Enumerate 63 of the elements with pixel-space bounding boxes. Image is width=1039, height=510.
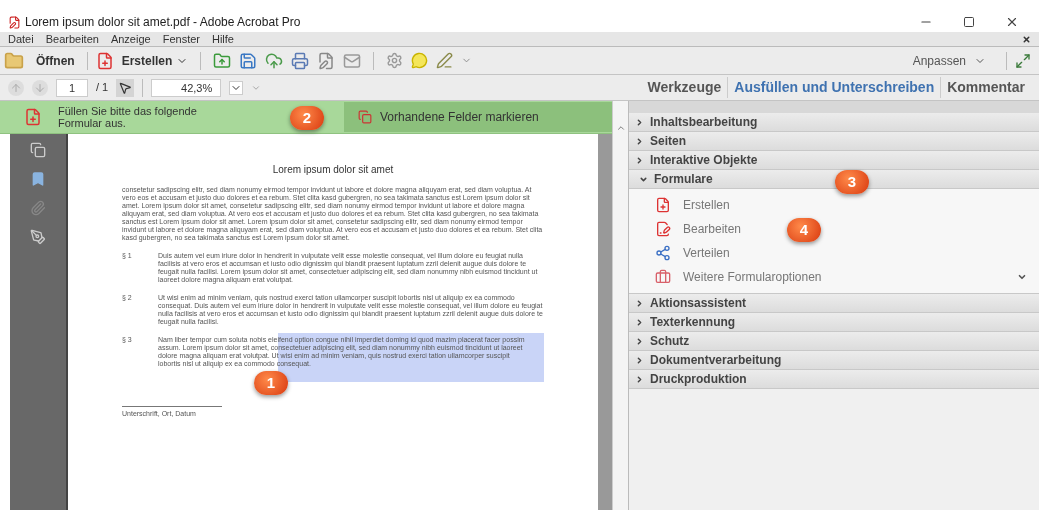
callout-marker: 2 — [290, 106, 324, 130]
maximize-button[interactable] — [963, 16, 975, 28]
bookmark-icon[interactable] — [30, 171, 46, 187]
folder-upload-icon[interactable] — [213, 51, 232, 70]
panel-tab[interactable]: Kommentar — [940, 77, 1031, 98]
zoom-field[interactable]: 42,3% — [151, 78, 222, 97]
document-title: Lorem ipsum dolor sit amet — [271, 166, 395, 174]
create-pdf-icon[interactable] — [95, 51, 114, 70]
form-distribute-icon — [655, 245, 671, 261]
panel-item[interactable]: Erstellen — [629, 193, 742, 217]
paperclip-icon[interactable] — [30, 200, 46, 216]
fields-icon — [358, 110, 372, 124]
panel-item[interactable]: Weitere Formularoptionen — [629, 265, 1039, 289]
create-button[interactable]: Erstellen — [121, 51, 189, 70]
page-total: / 1 — [96, 80, 109, 96]
edit-document-icon[interactable] — [317, 51, 336, 70]
panel-section-header[interactable]: Inhaltsbearbeitung — [629, 113, 1039, 132]
menu-item[interactable]: Bearbeiten — [45, 30, 99, 48]
panel-section-header[interactable]: Interaktive Objekte — [629, 151, 1039, 170]
comment-icon[interactable] — [411, 52, 429, 69]
open-button[interactable]: Öffnen — [32, 51, 79, 70]
panel-section-header[interactable]: Schutz — [629, 332, 1039, 351]
cloud-upload-icon[interactable] — [265, 51, 284, 70]
app-icon — [8, 15, 21, 29]
window-title: Lorem ipsum dolor sit amet.pdf - Adobe Acrobat Pro — [25, 14, 301, 31]
form-icon — [24, 108, 42, 126]
panel-tab[interactable]: Ausfüllen und Unterschreiben — [727, 77, 941, 98]
caret-icon — [1017, 272, 1027, 282]
customize-button[interactable]: Anpassen — [912, 51, 986, 70]
menu-item[interactable]: Hilfe — [211, 30, 234, 48]
panel-section-header[interactable]: Druckproduktion — [629, 370, 1039, 389]
briefcase-icon — [655, 269, 671, 285]
scroll-up-icon[interactable] — [615, 123, 626, 133]
panel-section-header[interactable]: Seiten — [629, 132, 1039, 151]
next-page-button[interactable] — [32, 79, 48, 96]
menu-item[interactable]: Anzeige — [110, 30, 151, 48]
menu-item[interactable]: Fenster — [162, 30, 200, 48]
close-button[interactable] — [1005, 15, 1019, 29]
page-number-field[interactable]: 1 — [56, 78, 88, 97]
panel-section-header[interactable]: Aktionsassistent — [629, 294, 1039, 313]
folder-icon[interactable] — [4, 50, 24, 71]
banner-message: Füllen Sie bitte das folgende Formular aus. — [58, 105, 198, 129]
save-icon[interactable] — [239, 51, 258, 70]
panel-section-header[interactable]: Texterkennung — [629, 313, 1039, 332]
form-create-icon — [655, 197, 671, 213]
panel-tab[interactable]: Werkzeuge — [641, 77, 728, 98]
panel-item[interactable]: Verteilen — [629, 241, 742, 265]
panel-section-header[interactable]: Dokumentverarbeitung — [629, 351, 1039, 370]
select-tool-icon[interactable] — [116, 78, 135, 97]
sign-icon[interactable] — [436, 52, 454, 69]
zoom-dropdown-icon[interactable] — [229, 80, 244, 95]
form-edit-icon — [655, 221, 671, 237]
panel-item[interactable]: Bearbeiten — [629, 217, 754, 241]
signature-icon[interactable] — [30, 229, 46, 245]
mail-icon[interactable] — [343, 51, 362, 70]
full-screen-icon[interactable] — [1015, 52, 1031, 69]
menu-item[interactable]: Datei — [8, 30, 34, 48]
pages-icon[interactable] — [30, 142, 46, 158]
settings-icon[interactable] — [386, 52, 404, 69]
print-icon[interactable] — [291, 51, 310, 70]
close-document-icon[interactable] — [1022, 34, 1031, 44]
highlight-fields-button[interactable]: Vorhandene Felder markieren — [344, 102, 612, 132]
previous-page-button[interactable] — [8, 79, 24, 96]
